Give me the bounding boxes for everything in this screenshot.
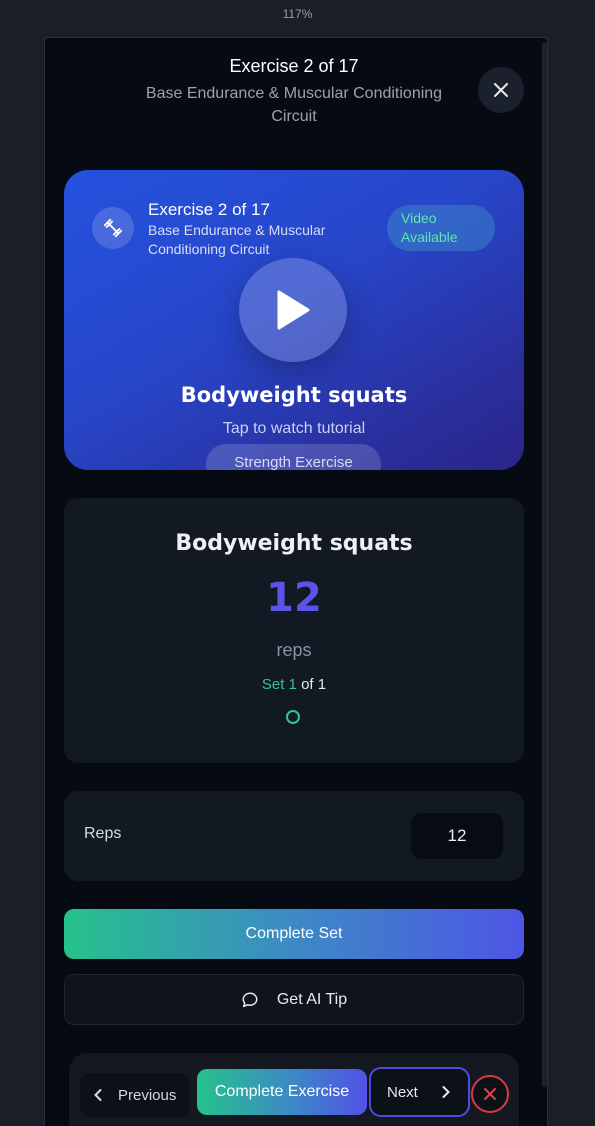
- reps-count: 12: [266, 575, 322, 621]
- modal-subtitle: Base Endurance & Muscular Conditioning C…: [145, 85, 443, 125]
- video-subtitle: Base Endurance & Muscular Conditioning C…: [148, 222, 326, 257]
- exercise-modal: Exercise 2 of 17 Base Endurance & Muscul…: [44, 37, 548, 1126]
- current-set: Set 1: [261, 676, 297, 693]
- scrollbar[interactable]: [542, 42, 547, 1087]
- play-icon: [277, 290, 310, 330]
- set-progress: Set 1 of 1: [64, 676, 524, 693]
- video-available-badge: Video Available: [387, 205, 495, 251]
- previous-label: Previous: [118, 1086, 177, 1104]
- previous-button[interactable]: Previous: [80, 1073, 190, 1117]
- set-indicator-dot: [286, 710, 300, 724]
- ai-tip-button[interactable]: Get AI Tip: [64, 974, 524, 1025]
- reps-unit: reps: [276, 640, 312, 660]
- close-icon: [484, 1088, 496, 1100]
- play-button[interactable]: [239, 258, 347, 362]
- bottom-navigation: Previous Complete Exercise Next: [69, 1053, 519, 1126]
- video-card[interactable]: Exercise 2 of 17 Base Endurance & Muscul…: [64, 170, 524, 470]
- exercise-name: Bodyweight squats: [175, 531, 413, 556]
- tap-to-watch-text: Tap to watch tutorial: [222, 420, 366, 437]
- reps-input[interactable]: 12: [411, 813, 503, 859]
- chevron-right-icon: [442, 1086, 450, 1098]
- close-button[interactable]: [478, 67, 524, 113]
- chat-bubble-icon: [242, 992, 258, 1007]
- complete-set-button[interactable]: Complete Set: [64, 909, 524, 959]
- reps-input-row: Reps 12: [64, 791, 524, 881]
- video-exercise-name: Bodyweight squats: [180, 383, 408, 407]
- reps-label: Reps: [84, 825, 122, 842]
- end-workout-button[interactable]: [471, 1075, 509, 1113]
- total-sets: of 1: [301, 676, 327, 693]
- dumbbell-icon: [92, 207, 134, 249]
- zoom-level: 117%: [282, 7, 313, 21]
- next-button[interactable]: Next: [369, 1067, 470, 1117]
- video-title: Exercise 2 of 17: [148, 200, 270, 219]
- close-icon: [494, 83, 508, 97]
- next-label: Next: [387, 1083, 418, 1101]
- ai-tip-label: Get AI Tip: [276, 990, 348, 1008]
- complete-exercise-button[interactable]: Complete Exercise: [197, 1069, 367, 1115]
- exercise-summary-card: Bodyweight squats 12 reps Set 1 of 1: [64, 498, 524, 763]
- category-tag: Strength Exercise: [206, 444, 381, 470]
- chevron-left-icon: [94, 1089, 102, 1101]
- modal-title: Exercise 2 of 17: [229, 56, 359, 76]
